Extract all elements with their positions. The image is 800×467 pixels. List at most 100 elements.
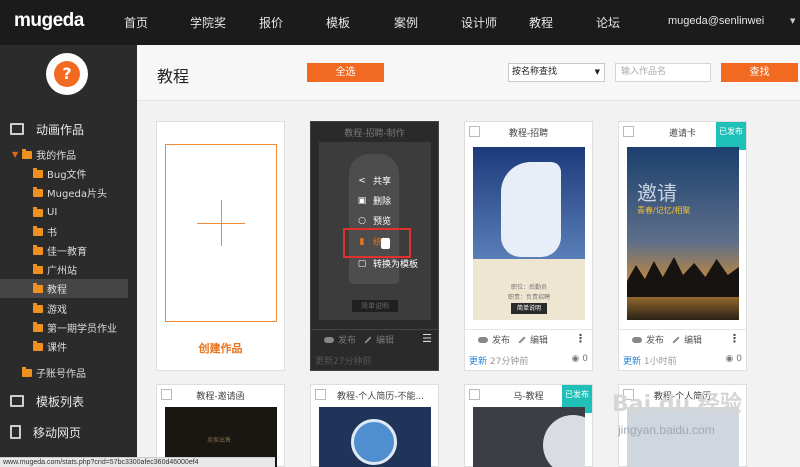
work-actions: 发布 编辑 ☰ xyxy=(311,329,438,349)
menu-convert-template[interactable]: ▢ 转换为模板 xyxy=(357,257,419,271)
sidebar-folder-mugeda-intro[interactable]: Mugeda片头 xyxy=(0,183,128,202)
folder-icon xyxy=(33,186,43,197)
sidebar-animations-label: 动画作品 xyxy=(36,122,85,137)
updated-label: 更新 xyxy=(469,357,488,367)
book-icon xyxy=(10,123,24,135)
logo[interactable]: mugeda xyxy=(14,10,84,32)
work-title: 教程-招聘 xyxy=(508,129,549,139)
thumbnail-silhouettes xyxy=(627,257,739,297)
menu-convert-template-label: 转换为模板 xyxy=(373,260,419,270)
edit-button[interactable]: 编辑 xyxy=(672,333,702,346)
caret-down-icon: ▼ xyxy=(12,150,19,159)
sidebar-folder-label: 课件 xyxy=(47,343,67,354)
updated-meta: 更新 1小时前 xyxy=(623,354,677,367)
sidebar-folder-book[interactable]: 书 xyxy=(0,222,128,241)
publish-label: 发布 xyxy=(646,336,665,346)
thumbnail-figure xyxy=(501,162,561,257)
updated-time: 27分钟前 xyxy=(489,357,529,367)
nav-home[interactable]: 首页 xyxy=(124,14,148,31)
nav-tutorials[interactable]: 教程 xyxy=(529,14,553,31)
folder-icon xyxy=(33,244,43,255)
avatar-glyph: ? xyxy=(54,61,80,87)
sidebar-folder-courseware[interactable]: 课件 xyxy=(0,337,128,356)
work-card-recruit[interactable]: 教程-招聘 职位：后勤员 职责：负责招聘 简单说明 发布 编辑 ⋮ 更新 27分… xyxy=(464,121,593,371)
share-icon: < xyxy=(358,175,366,186)
publish-button[interactable]: 发布 xyxy=(324,333,356,346)
work-title: 教程-邀请函 xyxy=(196,392,245,402)
work-card-resume-a[interactable]: 教程-个人简历-不能... xyxy=(310,384,439,467)
more-icon[interactable]: ⋮ xyxy=(575,332,586,345)
sidebar-folder-label: UI xyxy=(47,207,58,218)
work-title: 教程-招聘-制作 xyxy=(344,129,405,139)
work-card-recruit-make[interactable]: 教程-招聘-制作 简单说明 <共享 ▣删除 ○预览 ▮统计 ▢转换为模板 发布 … xyxy=(310,121,439,371)
nav-designers[interactable]: 设计师 xyxy=(461,14,497,31)
sidebar-folder-tutorial[interactable]: 教程 xyxy=(0,279,128,298)
sidebar-folder-ui[interactable]: UI xyxy=(0,203,128,222)
work-card-invitation-letter[interactable]: 教程-邀请函 卖家出售 xyxy=(156,384,285,467)
work-card-invitation[interactable]: 邀请卡 已发布 邀请 青春/记忆/相聚 发布 编辑 ⋮ 更新 1小时前 ◉ 0 xyxy=(618,121,747,371)
avatar[interactable]: ? xyxy=(46,53,88,95)
menu-share[interactable]: < 共享 xyxy=(357,174,392,188)
sidebar-folder-label: 第一期学员作业 xyxy=(47,324,117,335)
sidebar-folder-bug[interactable]: Bug文件 xyxy=(0,164,128,183)
sidebar-my-works[interactable]: ▼ 我的作品 xyxy=(0,145,128,164)
select-all-button[interactable]: 全选 xyxy=(307,63,384,82)
menu-preview[interactable]: ○ 预览 xyxy=(357,214,391,228)
nav-pricing[interactable]: 报价 xyxy=(259,14,283,31)
folder-icon xyxy=(33,340,43,351)
sidebar-animations[interactable]: 动画作品 xyxy=(10,118,84,140)
create-work-card[interactable]: 创建作品 xyxy=(156,121,285,371)
more-icon[interactable]: ⋮ xyxy=(729,332,740,345)
inner-button: 简单说明 xyxy=(352,300,398,312)
chevron-down-icon[interactable]: ▼ xyxy=(790,17,795,25)
edit-label: 编辑 xyxy=(376,336,395,346)
sidebar-sub-account-label: 子账号作品 xyxy=(36,369,86,380)
search-button[interactable]: 查找 xyxy=(721,63,798,82)
mobile-icon xyxy=(10,425,21,439)
search-mode-select[interactable]: 按名称查找 ▼ xyxy=(508,63,605,82)
edit-button[interactable]: 编辑 xyxy=(518,333,548,346)
create-box[interactable] xyxy=(165,144,277,322)
nav-templates[interactable]: 模板 xyxy=(326,14,350,31)
sidebar-folder-label: 广州站 xyxy=(47,266,77,277)
menu-delete-label: 删除 xyxy=(373,197,392,207)
sidebar-folder-jiayi[interactable]: 佳一教育 xyxy=(0,241,128,260)
published-badge: 已发布 xyxy=(716,122,746,150)
sidebar-folder-student-work[interactable]: 第一期学员作业 xyxy=(0,318,128,337)
eye-icon: ◉ xyxy=(725,354,737,364)
menu-icon[interactable]: ☰ xyxy=(422,332,432,345)
template-icon: ▢ xyxy=(357,258,367,269)
nav-cases[interactable]: 案例 xyxy=(394,14,418,31)
thumbnail-avatar xyxy=(351,419,397,465)
sidebar-folder-guangzhou[interactable]: 广州站 xyxy=(0,260,128,279)
thumbnail-shape xyxy=(543,415,585,467)
edit-button[interactable]: 编辑 xyxy=(364,333,394,346)
page-title: 教程 xyxy=(157,67,190,86)
work-thumbnail xyxy=(473,407,585,467)
edit-label: 编辑 xyxy=(684,336,703,346)
menu-delete[interactable]: ▣ 删除 xyxy=(357,194,392,208)
publish-button[interactable]: 发布 xyxy=(632,333,664,346)
menu-share-label: 共享 xyxy=(373,177,392,187)
work-thumbnail: 邀请 青春/记忆/相聚 xyxy=(627,147,739,320)
baidu-watermark: Bai du 经验 xyxy=(612,392,742,417)
hand-cursor-icon xyxy=(381,238,390,249)
jingyan-watermark: jingyan.baidu.com xyxy=(618,423,715,437)
sidebar-folder-label: 游戏 xyxy=(47,305,67,316)
folder-icon xyxy=(33,206,43,217)
folder-icon xyxy=(33,225,43,236)
thumbnail-caption: 职位：后勤员 xyxy=(510,284,547,291)
thumbnail-caption-2: 职责：负责招聘 xyxy=(507,294,550,301)
nav-academy-award[interactable]: 学院奖 xyxy=(190,14,226,31)
publish-button[interactable]: 发布 xyxy=(478,333,510,346)
sidebar-folder-games[interactable]: 游戏 xyxy=(0,299,128,318)
sidebar: ? 动画作品 ▼ 我的作品 Bug文件 Mugeda片头 UI 书 佳一教育 广… xyxy=(0,45,137,467)
user-account[interactable]: mugeda@senlinwei xyxy=(668,15,764,27)
nav-forum[interactable]: 论坛 xyxy=(596,14,620,31)
work-card-horse-tutorial[interactable]: 马-教程 已发布 xyxy=(464,384,593,467)
search-input[interactable]: 输入作品名 xyxy=(615,63,711,82)
folder-icon xyxy=(33,167,43,178)
sidebar-sub-account[interactable]: 子账号作品 xyxy=(0,363,128,382)
sidebar-template-list[interactable]: 模板列表 xyxy=(10,390,84,412)
sidebar-mobile-web[interactable]: 移动网页 xyxy=(10,421,81,443)
